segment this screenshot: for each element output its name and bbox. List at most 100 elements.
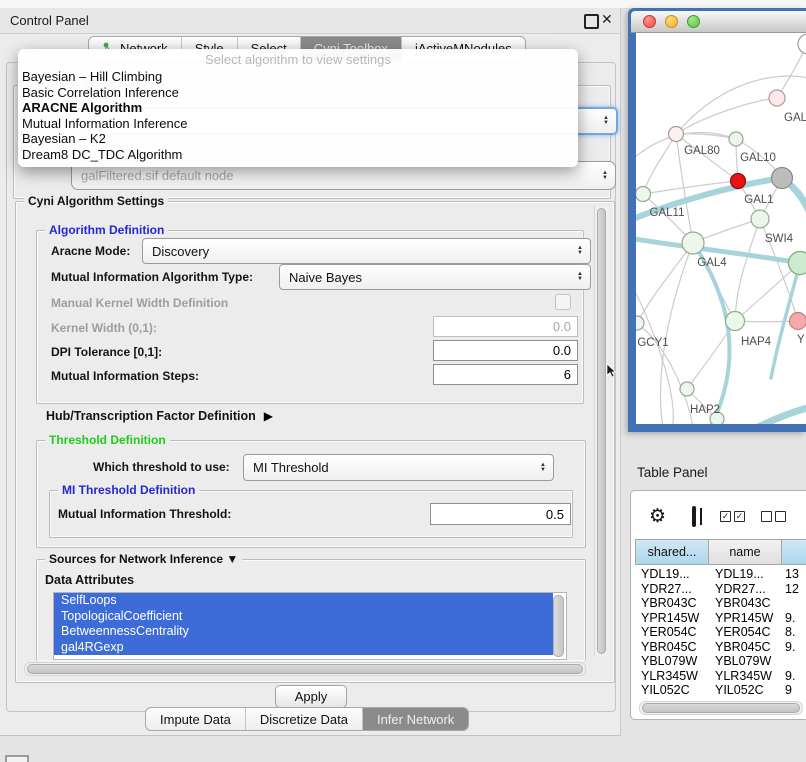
node-label: GAL11 xyxy=(650,207,685,219)
node-gcy1[interactable] xyxy=(636,316,644,330)
gear-icon[interactable]: ⚙ xyxy=(649,505,666,528)
tab-impute-data[interactable]: Impute Data xyxy=(146,708,246,730)
sources-group: Sources for Network Inference ▼ Data Att… xyxy=(36,559,586,661)
algorithm-definition-title: Algorithm Definition xyxy=(45,223,168,237)
mi-threshold-label: Mutual Information Threshold: xyxy=(58,507,231,521)
dropdown-item[interactable]: Bayesian – Hill Climbing xyxy=(18,69,578,85)
mi-algorithm-type-value: Naive Bayes xyxy=(289,270,362,285)
list-item[interactable]: SelfLoops xyxy=(54,593,553,609)
list-item[interactable]: gal4RGexp xyxy=(54,640,553,656)
kernel-width-value: 0.0 xyxy=(553,319,571,334)
cyni-algorithm-settings-title: Cyni Algorithm Settings xyxy=(24,194,168,208)
minimize-window-icon[interactable] xyxy=(665,15,678,28)
zoom-window-icon[interactable] xyxy=(687,15,700,28)
node-salmon[interactable] xyxy=(790,313,806,330)
bottom-tabbar: Impute Data Discretize Data Infer Networ… xyxy=(145,707,469,731)
dropdown-item-selected[interactable]: ARACNE Algorithm xyxy=(18,100,578,116)
manual-kernel-width-label: Manual Kernel Width Definition xyxy=(51,296,228,310)
list-item[interactable]: TopologicalCoefficient xyxy=(54,609,553,625)
tab-infer-network[interactable]: Infer Network xyxy=(363,708,468,730)
mouse-cursor xyxy=(606,364,618,378)
table-row[interactable]: YDR27...YDR27...12 xyxy=(635,582,806,597)
column-header[interactable]: name xyxy=(709,539,782,565)
table-horizontal-scrollbar[interactable] xyxy=(639,701,803,715)
table-row[interactable]: YBR043CYBR043C xyxy=(635,596,806,611)
column-header[interactable]: shared... xyxy=(635,539,709,565)
node-label: SWI4 xyxy=(765,233,794,245)
data-attributes-list[interactable]: SelfLoops TopologicalCoefficient Between… xyxy=(53,592,567,660)
node-gal80[interactable] xyxy=(669,127,684,142)
mi-threshold-field[interactable]: 0.5 xyxy=(430,503,571,525)
node-gal1[interactable] xyxy=(751,210,769,228)
table-row[interactable]: YBL079WYBL079W xyxy=(635,654,806,669)
select-all-columns-icon[interactable]: ✓✓ xyxy=(720,511,745,522)
dropdown-item[interactable]: Basic Correlation Inference xyxy=(18,85,578,101)
manual-kernel-width-checkbox[interactable] xyxy=(555,294,571,310)
dropdown-item[interactable]: Dream8 DC_TDC Algorithm xyxy=(18,147,578,163)
table-row[interactable]: YDL19...YDL19...13 xyxy=(635,567,806,582)
which-threshold-spinner-icon: ▲▼ xyxy=(540,463,549,473)
node-hap4[interactable] xyxy=(726,312,745,331)
mi-algorithm-type-combo[interactable]: Naive Bayes ▲▼ xyxy=(279,264,591,290)
which-threshold-label: Which threshold to use: xyxy=(93,460,230,474)
aracne-mode-combo[interactable]: Discovery ▲▼ xyxy=(142,238,591,264)
table-panel: ⚙ ✓✓ shared... name YDL19...YDL19...13 Y… xyxy=(630,490,806,720)
settings-horizontal-scrollbar[interactable] xyxy=(24,662,586,676)
kernel-width-field[interactable]: 0.0 xyxy=(433,316,578,337)
aracne-mode-label: Aracne Mode: xyxy=(51,244,130,258)
network-window-titlebar[interactable] xyxy=(631,11,806,33)
network-graph: GAL GAL80 GAL10 GAL1 GAL11 SWI4 GAL4 GCY… xyxy=(636,33,806,424)
node-label: GAL10 xyxy=(740,152,776,164)
network-canvas[interactable]: GAL GAL80 GAL10 GAL1 GAL11 SWI4 GAL4 GCY… xyxy=(636,33,806,424)
apply-button-label: Apply xyxy=(295,689,328,704)
node-gal-partial[interactable] xyxy=(769,90,785,106)
mi-type-spinner-icon: ▲▼ xyxy=(577,272,586,282)
split-columns-icon[interactable] xyxy=(692,506,696,527)
hub-definition-toggle[interactable]: Hub/Transcription Factor Definition▶ xyxy=(46,409,273,423)
table-row[interactable]: YBR045CYBR045C9. xyxy=(635,640,806,655)
dpi-tolerance-value: 0.0 xyxy=(553,343,571,358)
sources-group-title[interactable]: Sources for Network Inference ▼ xyxy=(45,552,242,566)
settings-vertical-scrollbar[interactable] xyxy=(594,206,608,656)
table-row[interactable]: YER054CYER054C8. xyxy=(635,625,806,640)
node-gray[interactable] xyxy=(772,168,793,189)
aracne-mode-value: Discovery xyxy=(152,244,209,259)
dropdown-item[interactable]: Bayesian – K2 xyxy=(18,131,578,147)
deselect-all-columns-icon[interactable] xyxy=(761,511,786,522)
dropdown-item[interactable]: Mutual Information Inference xyxy=(18,116,578,132)
mi-threshold-group: MI Threshold Definition Mutual Informati… xyxy=(49,490,573,538)
table-row[interactable]: YPR145WYPR145W9. xyxy=(635,611,806,626)
dpi-tolerance-label: DPI Tolerance [0,1]: xyxy=(51,345,162,359)
apply-button[interactable]: Apply xyxy=(275,685,347,708)
node-hap2[interactable] xyxy=(680,382,694,396)
node-gal11[interactable] xyxy=(636,187,651,202)
node-gal4[interactable] xyxy=(682,232,704,254)
close-panel-icon[interactable]: ✕ xyxy=(601,11,613,28)
column-header[interactable] xyxy=(782,539,806,565)
node-selected-red[interactable] xyxy=(731,174,746,189)
node-partial-topright[interactable] xyxy=(798,34,806,54)
minimized-panel-handle[interactable] xyxy=(5,755,29,762)
table-body[interactable]: YDL19...YDL19...13 YDR27...YDR27...12 YB… xyxy=(635,567,806,698)
mi-steps-field[interactable]: 6 xyxy=(433,364,578,385)
collapsed-arrow-icon: ▶ xyxy=(264,409,273,423)
dpi-tolerance-field[interactable]: 0.0 xyxy=(433,340,578,361)
mi-steps-label: Mutual Information Steps: xyxy=(51,369,199,383)
list-item[interactable]: BetweennessCentrality xyxy=(54,624,553,640)
node-label: HAP4 xyxy=(741,336,772,348)
expanded-arrow-icon: ▼ xyxy=(226,552,238,566)
node-label: GAL1 xyxy=(744,194,773,206)
mi-steps-value: 6 xyxy=(564,367,571,382)
control-panel-title: Control Panel xyxy=(10,13,89,28)
which-threshold-combo[interactable]: MI Threshold ▲▼ xyxy=(243,454,554,481)
list-vertical-scrollbar[interactable] xyxy=(553,595,564,657)
table-row[interactable]: YLR345WYLR345W9. xyxy=(635,669,806,684)
tab-discretize-data[interactable]: Discretize Data xyxy=(246,708,363,730)
algorithm-definition-group: Algorithm Definition Aracne Mode: Discov… xyxy=(36,230,584,404)
close-window-icon[interactable] xyxy=(643,15,656,28)
node-gal10[interactable] xyxy=(729,132,743,146)
float-panel-icon[interactable] xyxy=(584,14,599,29)
table-row[interactable]: YIL052CYIL052C9 xyxy=(635,683,806,698)
node-swi4[interactable] xyxy=(789,252,806,275)
table-toolbar: ⚙ ✓✓ xyxy=(631,497,806,535)
